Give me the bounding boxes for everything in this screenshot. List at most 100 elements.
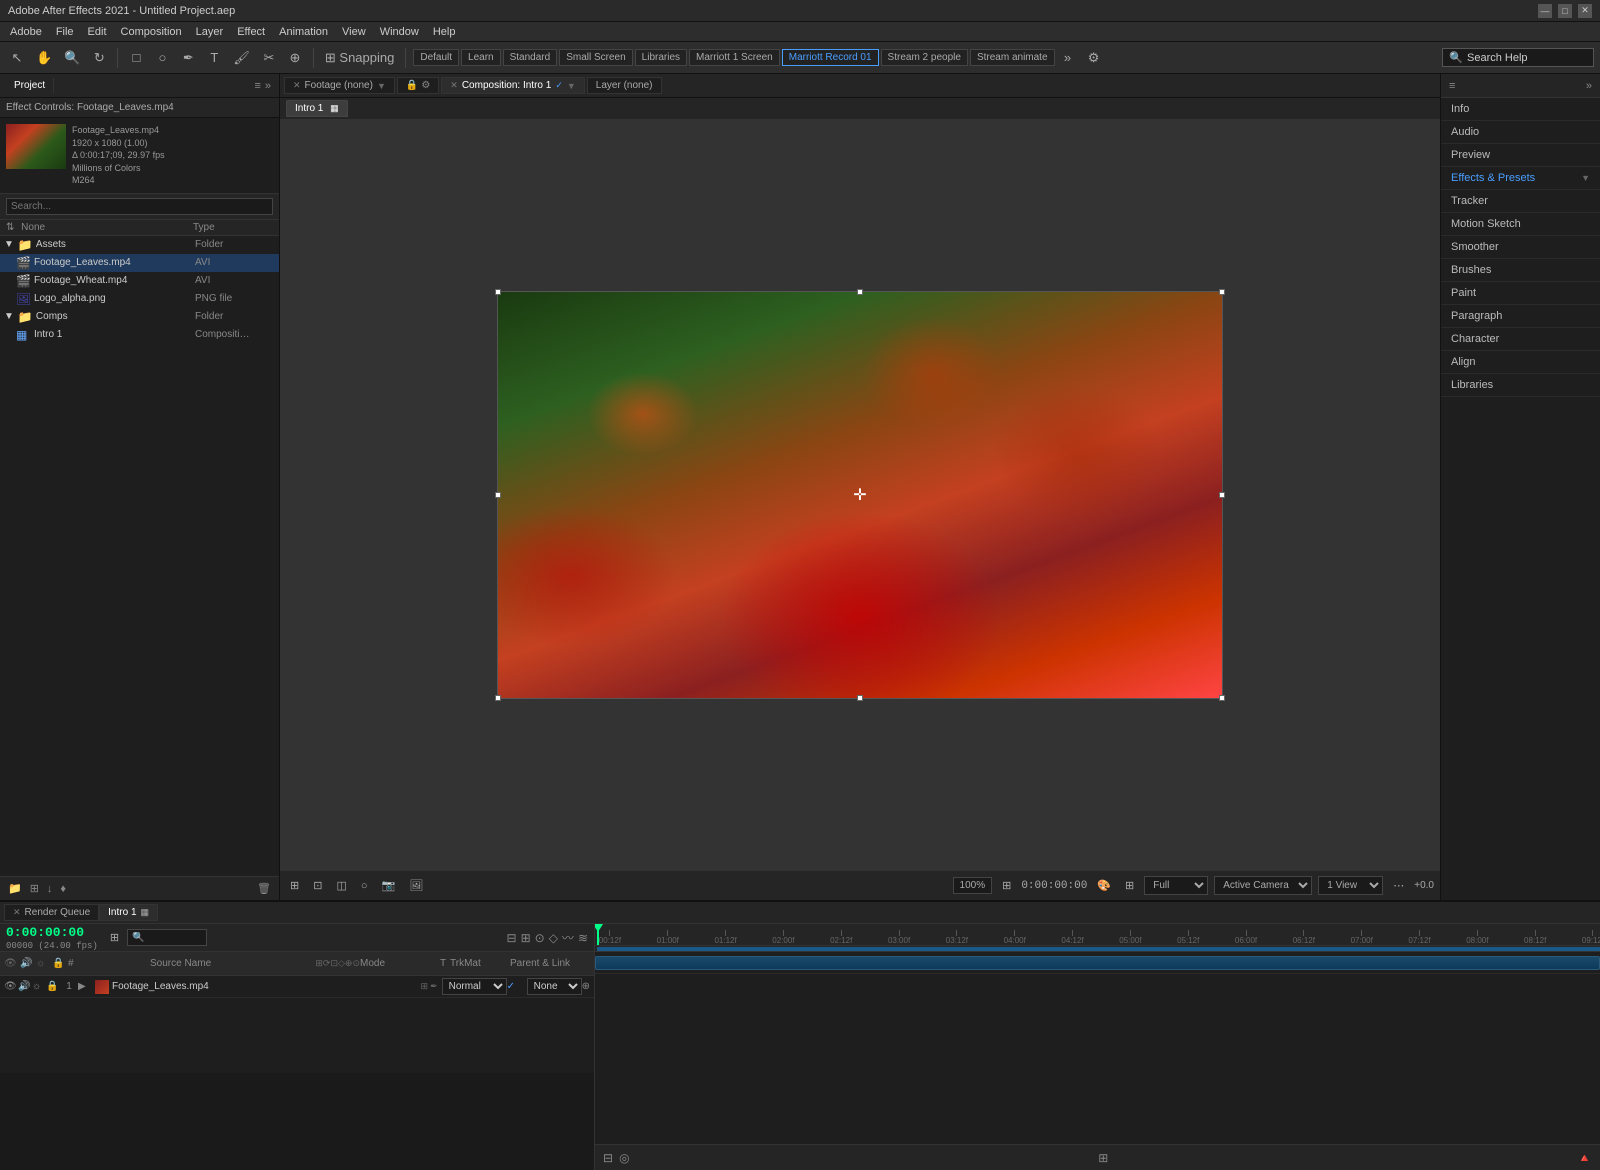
menu-file[interactable]: File <box>50 24 80 40</box>
layer-row[interactable]: 👁 🔊 ☼ 🔒 1 ▶ Footage_Leaves.mp4 ⊞ ✒ Norma… <box>0 976 594 998</box>
minimize-button[interactable]: — <box>1538 4 1552 18</box>
menu-view[interactable]: View <box>336 24 372 40</box>
right-panel-collapse[interactable]: » <box>1584 78 1594 94</box>
workspace-stream2[interactable]: Stream 2 people <box>881 49 968 66</box>
view-mode-select[interactable]: Active Camera Custom View 1 <box>1214 876 1312 895</box>
tree-footage-leaves[interactable]: 🎬 Footage_Leaves.mp4 AVI <box>0 254 279 272</box>
fit-to-screen-btn[interactable]: ⊞ <box>998 877 1015 894</box>
panel-menu-btn[interactable]: ≡ <box>252 78 262 94</box>
panel-character[interactable]: Character <box>1441 328 1600 351</box>
footage-thumbnail[interactable] <box>6 124 66 169</box>
tl-navigate-back[interactable]: ⊟ <box>603 1151 613 1165</box>
tab-footage-menu[interactable]: ▼ <box>377 81 386 91</box>
tab-footage-close[interactable]: ✕ <box>293 80 301 91</box>
tree-intro1-comp[interactable]: ▦ Intro 1 Compositi… <box>0 326 279 344</box>
handle-bot-mid[interactable] <box>857 695 863 701</box>
panel-collapse-btn[interactable]: » <box>263 78 273 94</box>
color-info-btn[interactable]: 🎨 <box>1093 877 1115 894</box>
show-snapshot-btn[interactable]: 🖼 <box>405 877 427 894</box>
project-search-input[interactable] <box>6 198 273 215</box>
text-tool[interactable]: T <box>203 46 225 70</box>
tab-composition[interactable]: ✕ Composition: Intro 1 ✓ ▼ <box>441 77 585 94</box>
comp-viewer[interactable]: ✛ <box>280 120 1440 870</box>
solo-mode[interactable]: ⊙ <box>535 931 545 945</box>
right-panel-menu[interactable]: ≡ <box>1447 78 1457 94</box>
layer-eye[interactable]: 👁 <box>4 981 18 992</box>
interpret-btn[interactable]: ♦ <box>58 881 68 897</box>
clone-tool[interactable]: ✂ <box>258 46 280 70</box>
tab-project[interactable]: Project <box>6 78 54 93</box>
tl-zoom-fit[interactable]: ◎ <box>619 1151 629 1165</box>
tab-render-queue[interactable]: ✕ Render Queue <box>4 904 99 921</box>
playhead[interactable] <box>597 924 599 945</box>
rotate-tool[interactable]: ↻ <box>88 46 110 70</box>
viewer-settings-btn[interactable]: ⚙ <box>421 80 430 91</box>
window-controls[interactable]: — □ ✕ <box>1538 4 1592 18</box>
layer-audio-btn[interactable]: 🔊 <box>18 981 32 992</box>
panel-smoother[interactable]: Smoother <box>1441 236 1600 259</box>
search-box[interactable]: 🔍 <box>1442 48 1594 67</box>
workspace-standard[interactable]: Standard <box>503 49 558 66</box>
comp-tab-menu[interactable]: ▼ <box>567 81 576 91</box>
ellipse-tool[interactable]: ○ <box>151 46 173 70</box>
workspace-learn[interactable]: Learn <box>461 49 501 66</box>
workspace-overflow[interactable]: » <box>1057 46 1079 70</box>
region-of-interest-btn[interactable]: ⊡ <box>309 877 326 894</box>
panel-preview[interactable]: Preview <box>1441 144 1600 167</box>
panel-libraries[interactable]: Libraries <box>1441 374 1600 397</box>
handle-mid-right[interactable] <box>1219 492 1225 498</box>
tab-footage-none[interactable]: ✕ Footage (none) ▼ <box>284 77 395 94</box>
work-area-indicator[interactable] <box>597 947 1600 951</box>
layer-parent-picker[interactable]: ⊕ <box>582 981 590 992</box>
timecode-display[interactable]: 0:00:00:00 <box>6 925 98 940</box>
menu-edit[interactable]: Edit <box>82 24 113 40</box>
viewer-more-btn[interactable]: ⋯ <box>1389 877 1408 894</box>
tab-intro1-timeline[interactable]: Intro 1 ▦ <box>99 904 158 921</box>
delete-btn[interactable]: 🗑 <box>255 880 273 897</box>
menu-animation[interactable]: Animation <box>273 24 334 40</box>
layer-lock-btn[interactable]: 🔒 <box>46 981 60 992</box>
workspace-small-screen[interactable]: Small Screen <box>559 49 632 66</box>
tl-navigate-forward[interactable]: ⊞ <box>1098 1151 1108 1165</box>
handle-top-right[interactable] <box>1219 289 1225 295</box>
motion-blur[interactable]: 〰 <box>562 929 574 946</box>
handle-bot-right[interactable] <box>1219 695 1225 701</box>
brush-tool[interactable]: 🖌 <box>229 46 254 70</box>
import-btn[interactable]: ↓ <box>45 881 55 897</box>
pen-tool[interactable]: ✒ <box>177 46 199 70</box>
menu-window[interactable]: Window <box>374 24 425 40</box>
workspace-default[interactable]: Default <box>413 49 459 66</box>
frame-blend[interactable]: ≋ <box>578 931 588 945</box>
puppet-tool[interactable]: ⊕ <box>284 46 306 70</box>
panel-audio[interactable]: Audio <box>1441 121 1600 144</box>
panel-effects-presets[interactable]: Effects & Presets ▼ <box>1441 167 1600 190</box>
menu-layer[interactable]: Layer <box>190 24 230 40</box>
snapping-btn[interactable]: ⊞ Snapping <box>321 46 398 70</box>
zoom-level[interactable]: 100% <box>953 877 993 894</box>
panel-info[interactable]: Info <box>1441 98 1600 121</box>
toggle-time-display[interactable]: ⊞ <box>106 929 123 946</box>
always-preview-btn[interactable]: ⊞ <box>286 877 303 894</box>
tab-layer-icons[interactable]: 🔒 ⚙ <box>397 77 439 94</box>
layer-search-input[interactable] <box>127 929 207 946</box>
tree-logo-alpha[interactable]: 🖼 Logo_alpha.png PNG file <box>0 290 279 308</box>
new-comp-btn[interactable]: ⊞ <box>28 880 41 897</box>
reset-exposure-btn[interactable]: ○ <box>357 878 372 894</box>
panel-paint[interactable]: Paint <box>1441 282 1600 305</box>
quality-select[interactable]: Full Half Quarter <box>1144 876 1208 895</box>
menu-composition[interactable]: Composition <box>115 24 188 40</box>
close-button[interactable]: ✕ <box>1578 4 1592 18</box>
comp-tab-close[interactable]: ✕ <box>450 80 458 91</box>
hand-tool[interactable]: ✋ <box>32 46 56 70</box>
show-grid-btn[interactable]: ⊞ <box>1121 877 1138 894</box>
panel-brushes[interactable]: Brushes <box>1441 259 1600 282</box>
rect-tool[interactable]: □ <box>125 46 147 70</box>
render-queue-close[interactable]: ✕ <box>13 907 21 918</box>
handle-bot-left[interactable] <box>495 695 501 701</box>
layer-expand-btn[interactable]: ▶ <box>78 981 92 992</box>
view-count-select[interactable]: 1 View 2 Views 4 Views <box>1318 876 1383 895</box>
layer-switch-1[interactable]: ⊞ <box>421 981 429 992</box>
zoom-tool[interactable]: 🔍 <box>60 46 84 70</box>
menu-effect[interactable]: Effect <box>231 24 271 40</box>
panel-align[interactable]: Align <box>1441 351 1600 374</box>
